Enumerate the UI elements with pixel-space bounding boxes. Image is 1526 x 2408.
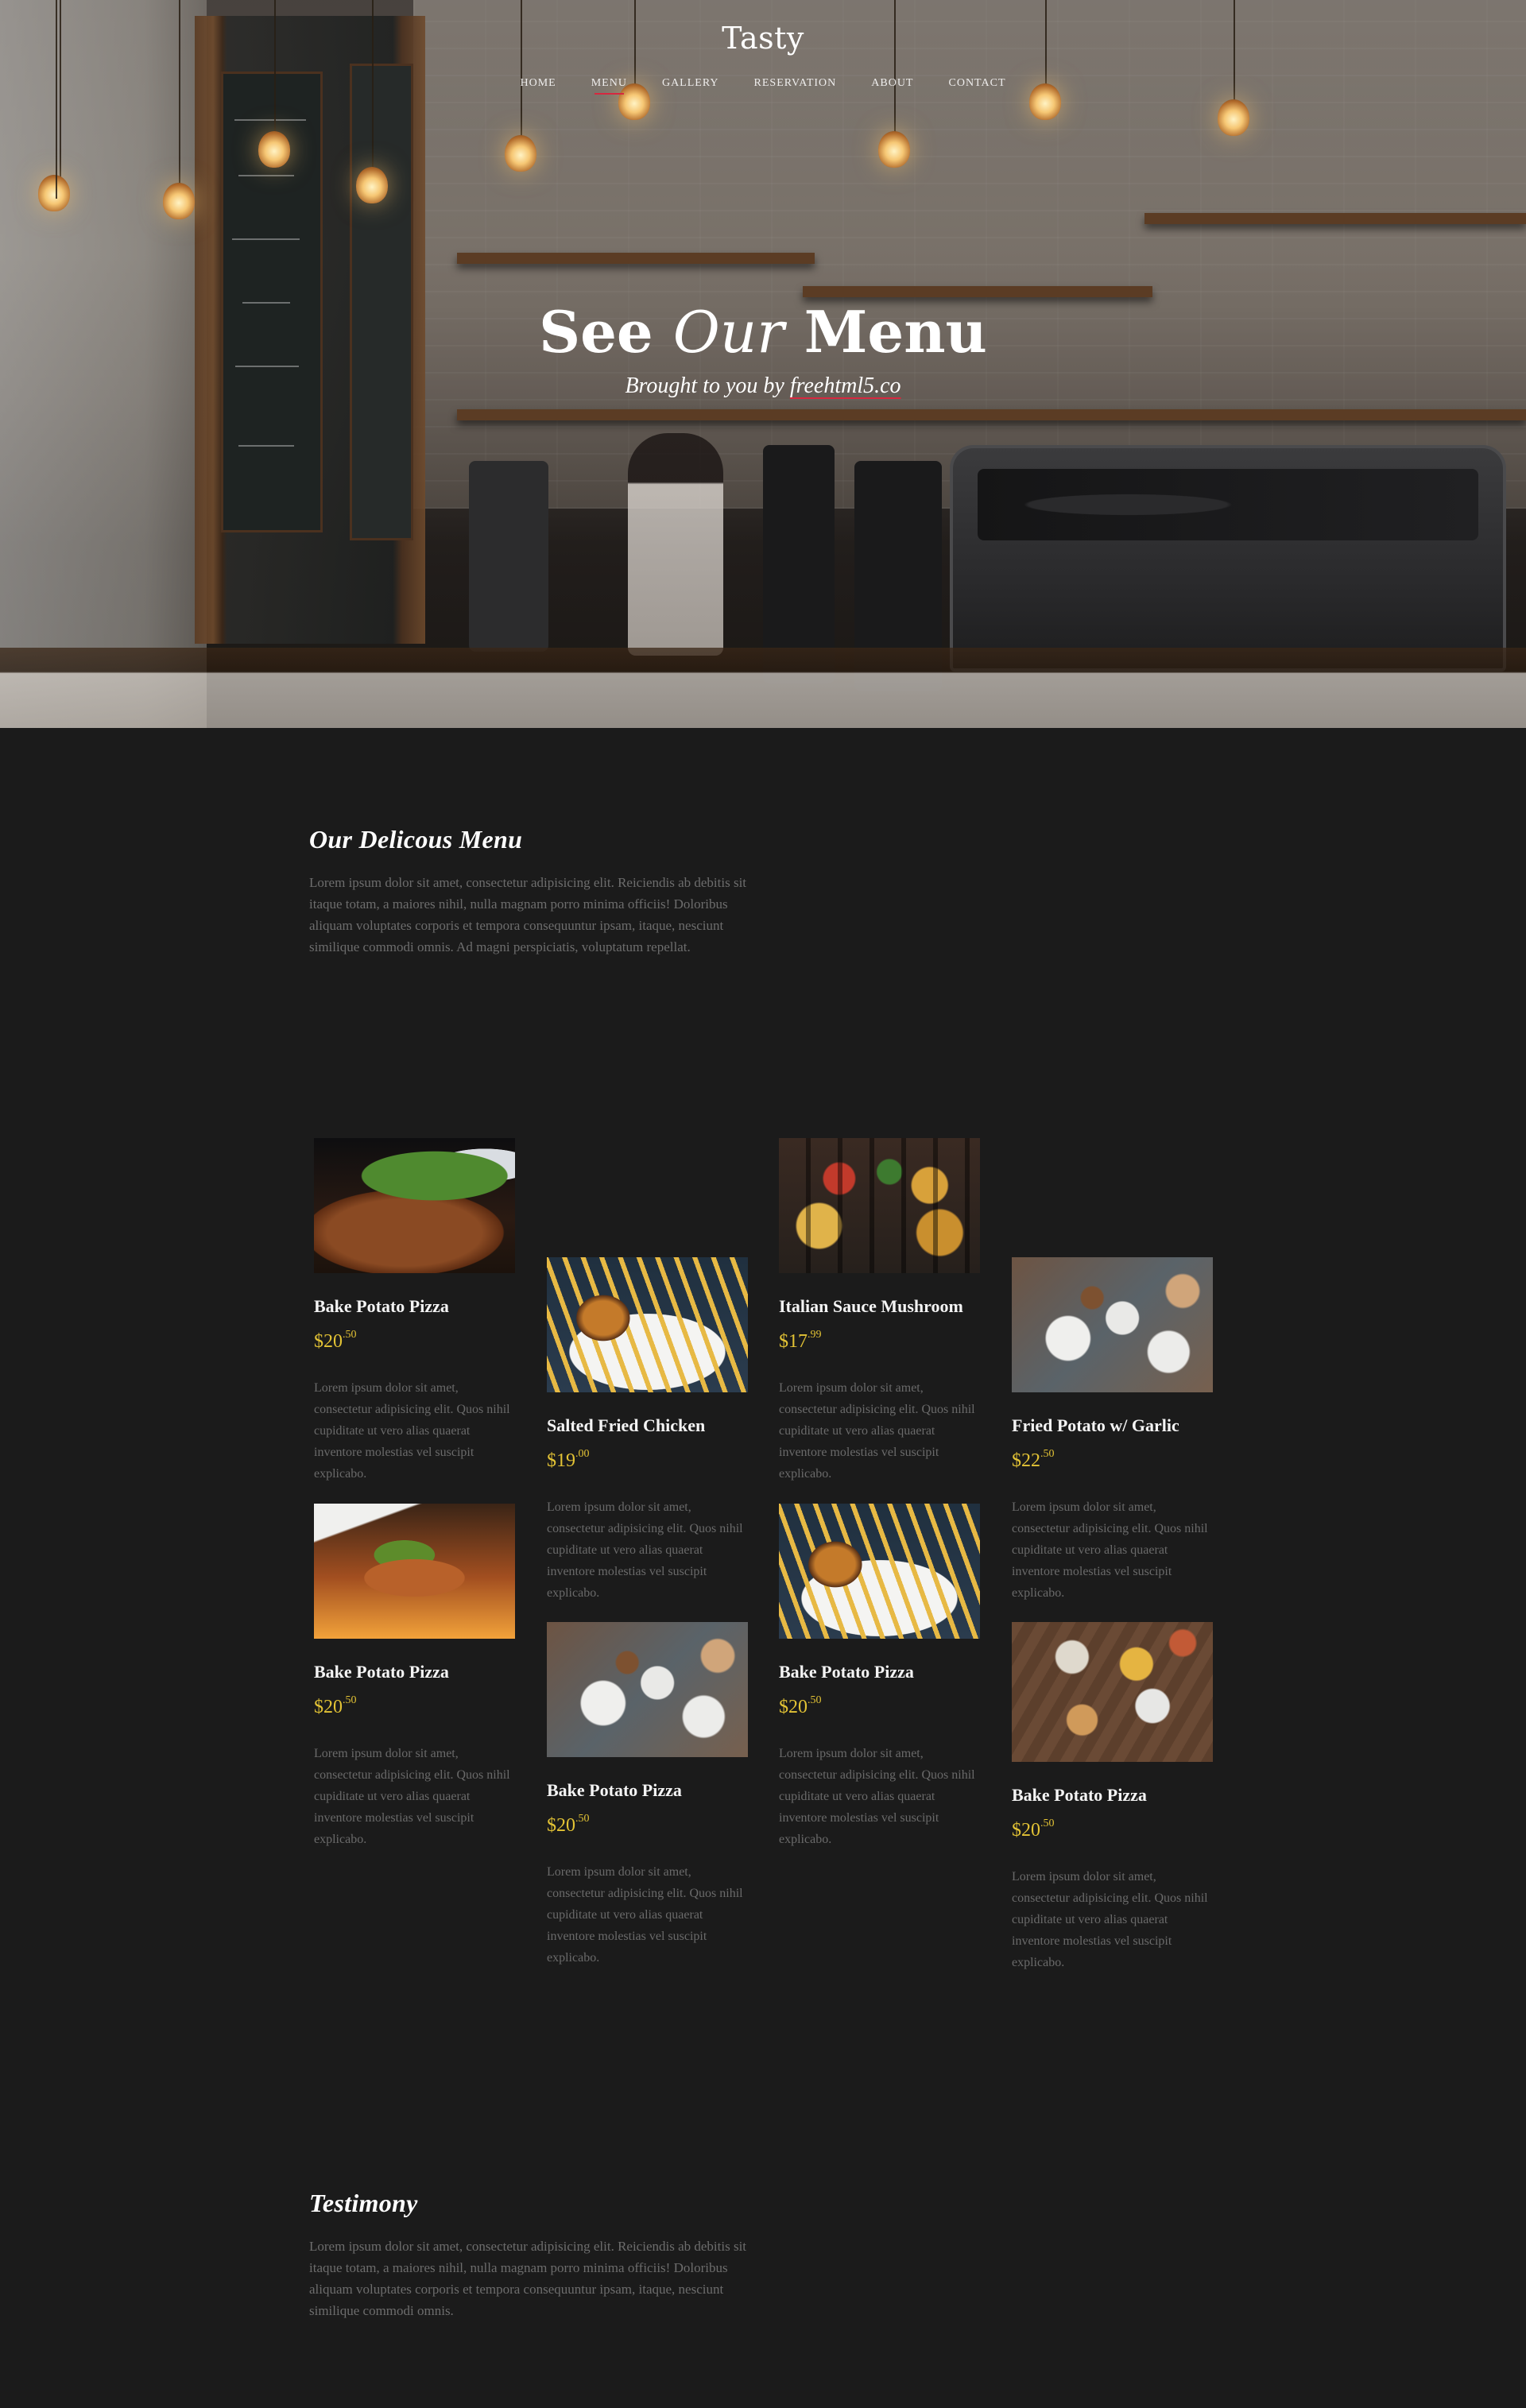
lamp-icon [356,167,388,203]
menu-item-card[interactable]: Bake Potato Pizza $20.50 Lorem ipsum dol… [779,1504,980,1850]
hero-subtitle: Brought to you by freehtml5.co [625,374,901,398]
item-price: $19.00 [547,1448,590,1471]
spread-photo [1012,1622,1213,1762]
item-description: Lorem ipsum dolor sit amet, consectetur … [547,1500,743,1600]
barista-figure [628,433,723,656]
burger-photo [779,1504,980,1639]
lamp-icon [258,131,290,168]
lamp-icon [1218,99,1249,136]
item-name: Italian Sauce Mushroom [779,1296,963,1316]
menu-intro: Our Delicous Menu Lorem ipsum dolor sit … [309,825,754,958]
item-description: Lorem ipsum dolor sit amet, consectetur … [314,1747,510,1846]
platter-photo [314,1504,515,1639]
table-photo [1012,1257,1213,1392]
item-price: $20.50 [314,1694,357,1717]
lamp-icon [163,183,195,219]
item-name: Bake Potato Pizza [314,1662,449,1682]
hero-title: See Our Menu [539,298,987,366]
kebab-photo [779,1138,980,1273]
item-description: Lorem ipsum dolor sit amet, consectetur … [314,1381,510,1481]
testimony-title: Testimony [309,2189,418,2217]
item-name: Salted Fried Chicken [547,1415,706,1435]
item-price: $17.99 [779,1329,822,1352]
item-price: $20.50 [779,1694,822,1717]
menu-item-card[interactable]: Bake Potato Pizza $20.50 Lorem ipsum dol… [314,1138,515,1485]
item-name: Bake Potato Pizza [1012,1785,1147,1805]
brand-logo[interactable]: Tasty [0,21,1526,56]
item-description: Lorem ipsum dolor sit amet, consectetur … [547,1865,743,1965]
item-description: Lorem ipsum dolor sit amet, consectetur … [1012,1500,1208,1600]
nav-home[interactable]: HOME [520,77,556,95]
menu-item-card[interactable]: Fried Potato w/ Garlic $22.50 Lorem ipsu… [1012,1257,1213,1604]
testimony-text: Lorem ipsum dolor sit amet, consectetur … [309,2239,747,2318]
hero-banner: Tasty HOME MENU GALLERY RESERVATION ABOU… [0,0,1526,728]
counter [0,648,1526,728]
menu-item-card[interactable]: Bake Potato Pizza $20.50 Lorem ipsum dol… [314,1504,515,1850]
lamp-icon [878,131,910,168]
item-name: Bake Potato Pizza [314,1296,449,1316]
item-name: Fried Potato w/ Garlic [1012,1415,1179,1435]
menu-section-text: Lorem ipsum dolor sit amet, consectetur … [309,875,747,954]
menu-section-title: Our Delicous Menu [309,825,523,854]
item-description: Lorem ipsum dolor sit amet, consectetur … [1012,1870,1208,1969]
item-price: $20.50 [1012,1818,1055,1841]
lamp-icon [38,175,70,211]
menu-item-card[interactable]: Italian Sauce Mushroom $17.99 Lorem ipsu… [779,1138,980,1485]
nav-menu[interactable]: MENU [591,77,627,95]
nav-reservation[interactable]: RESERVATION [754,77,837,95]
table-photo [547,1622,748,1757]
item-description: Lorem ipsum dolor sit amet, consectetur … [779,1747,975,1846]
item-price: $20.50 [314,1329,357,1352]
nav-gallery[interactable]: GALLERY [662,77,719,95]
main-nav: HOME MENU GALLERY RESERVATION ABOUT CONT… [0,77,1526,95]
item-price: $22.50 [1012,1448,1055,1471]
nav-contact[interactable]: CONTACT [949,77,1006,95]
menu-item-card[interactable]: Salted Fried Chicken $19.00 Lorem ipsum … [547,1257,748,1604]
lamp-icon [505,135,536,172]
item-name: Bake Potato Pizza [779,1662,914,1682]
nav-about[interactable]: ABOUT [871,77,913,95]
item-name: Bake Potato Pizza [547,1780,682,1800]
item-price: $20.50 [547,1813,590,1836]
menu-item-card[interactable]: Bake Potato Pizza $20.50 Lorem ipsum dol… [547,1622,748,1969]
ribs-photo [314,1138,515,1273]
burger-photo [547,1257,748,1392]
testimony-section: Testimony Lorem ipsum dolor sit amet, co… [309,2189,754,2321]
menu-item-card[interactable]: Bake Potato Pizza $20.50 Lorem ipsum dol… [1012,1622,1213,1973]
item-description: Lorem ipsum dolor sit amet, consectetur … [779,1381,975,1481]
credit-link[interactable]: freehtml5.co [790,374,901,398]
